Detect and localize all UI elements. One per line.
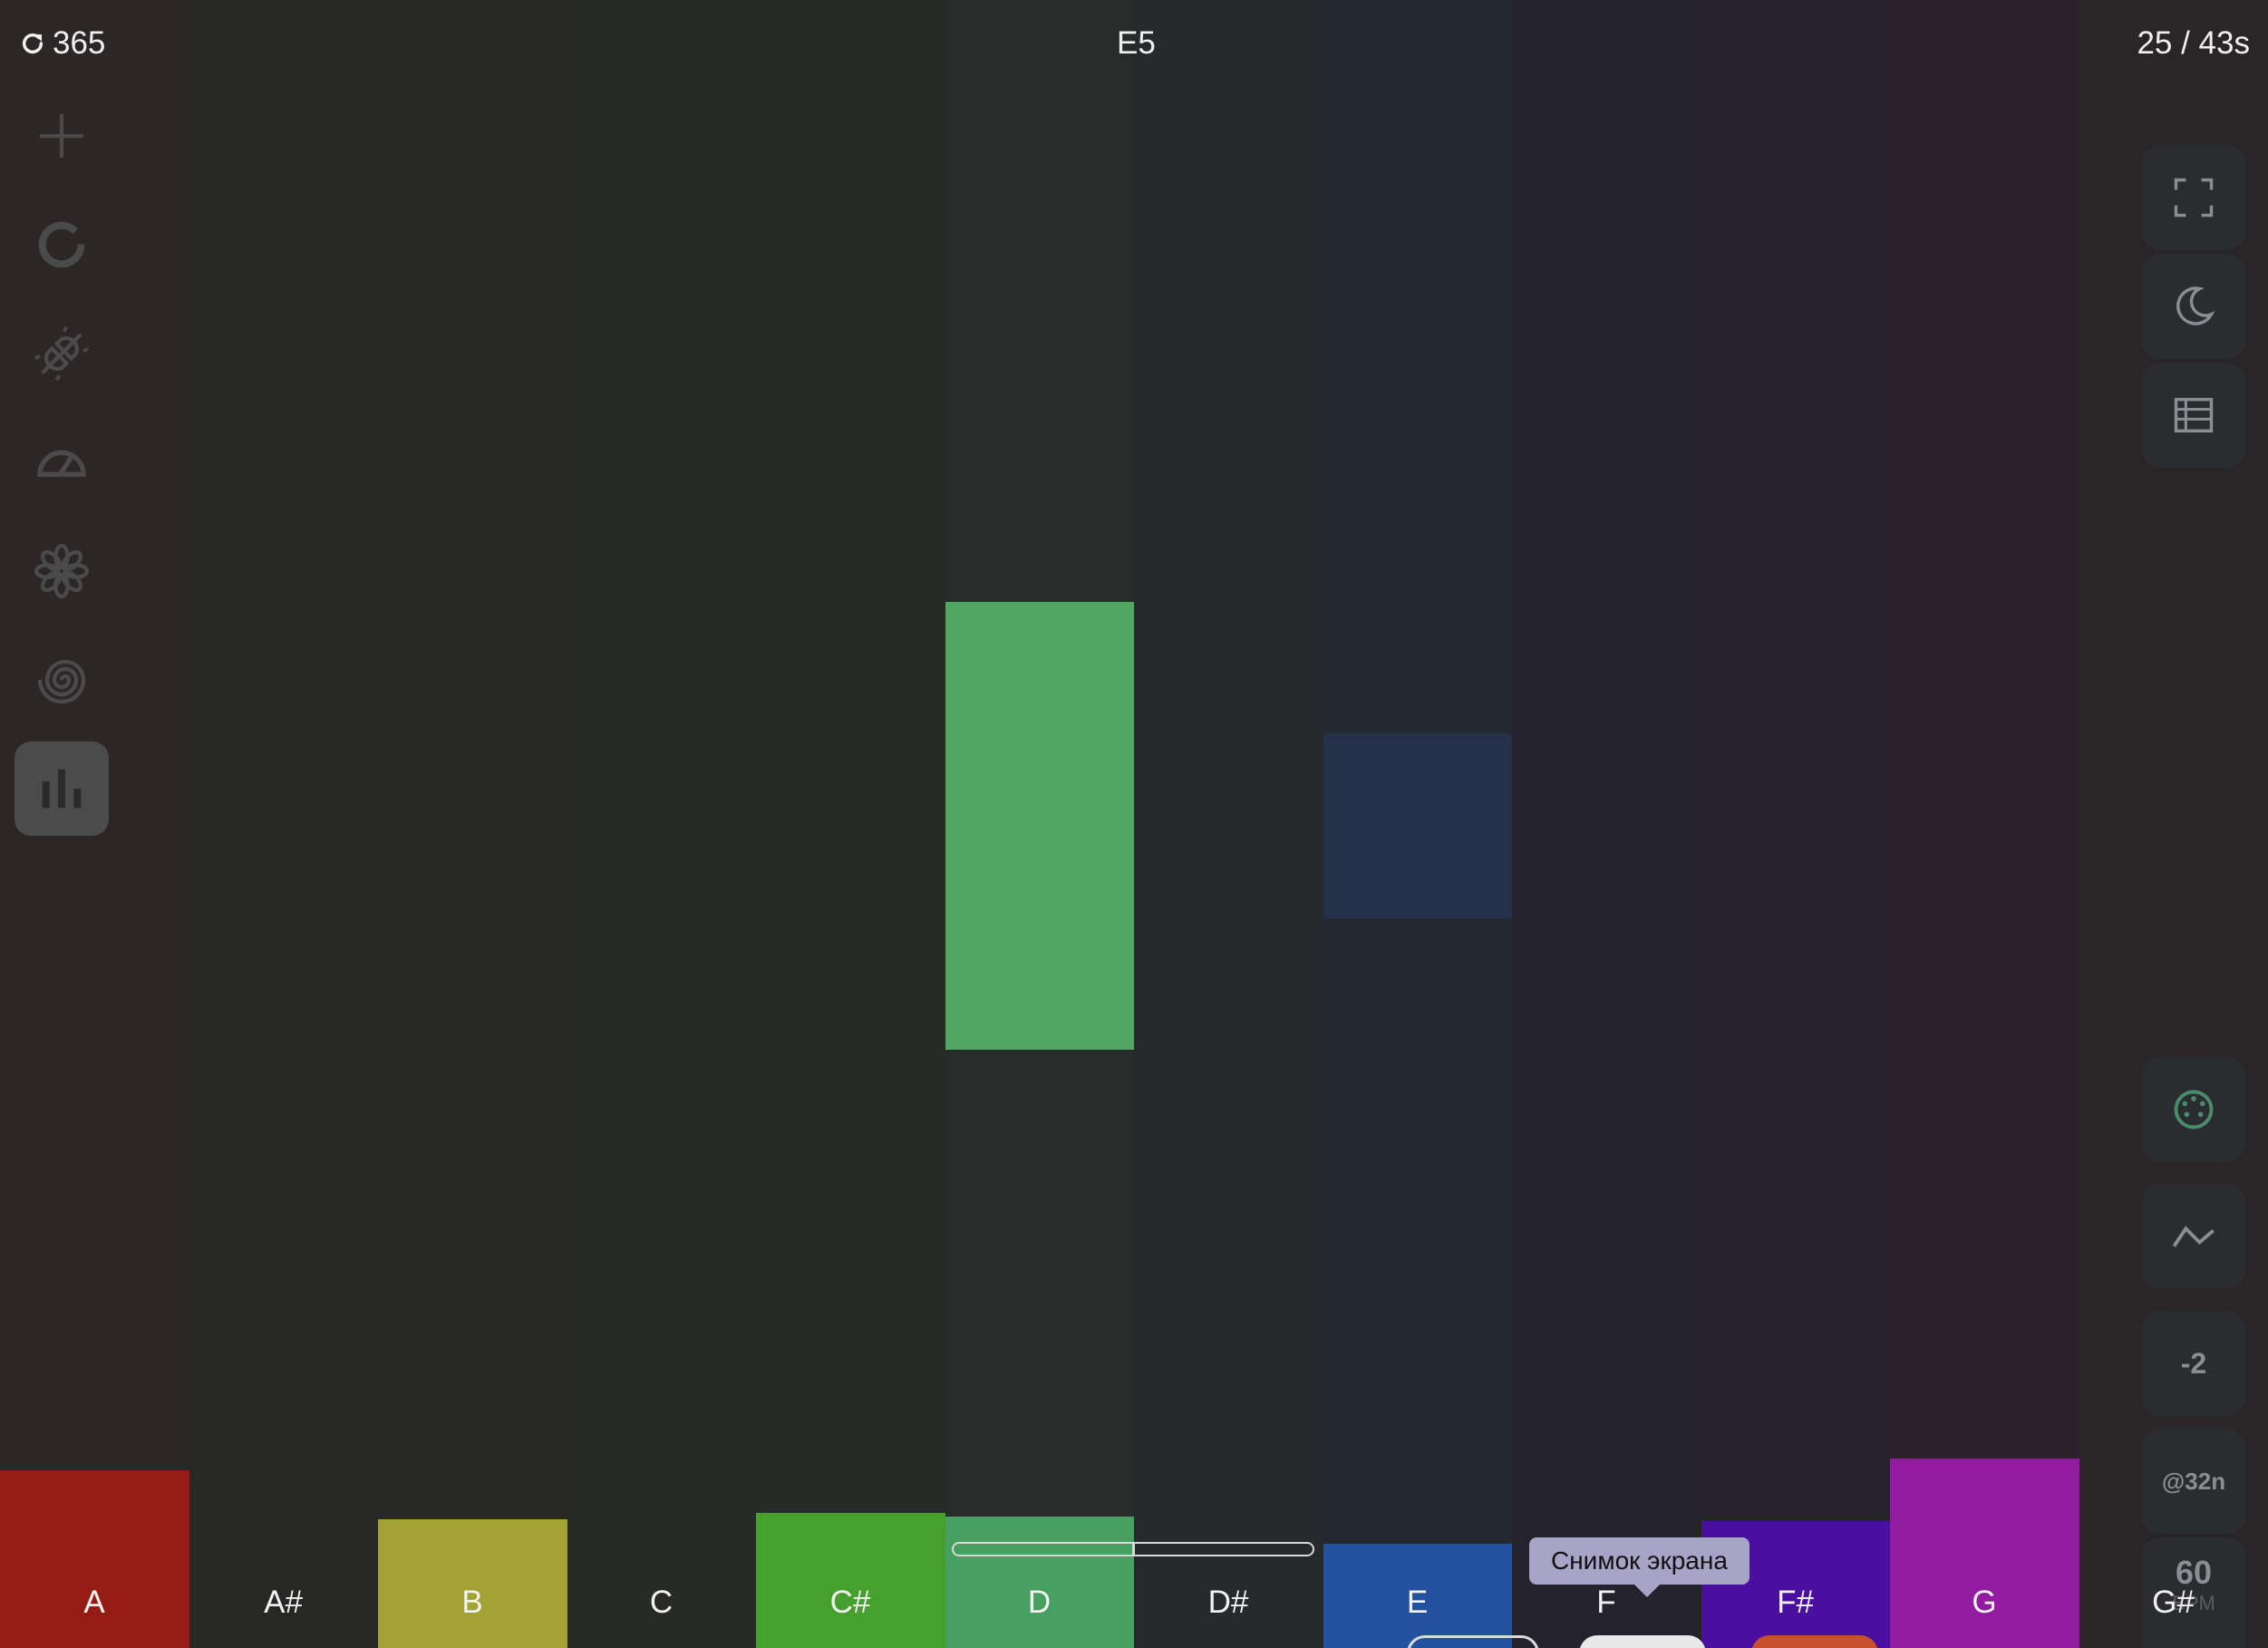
fullscreen-button[interactable] <box>2141 145 2246 250</box>
disconnect-button[interactable] <box>15 306 109 401</box>
note-level-bar-a <box>0 1470 189 1648</box>
floating-note-block-d <box>945 602 1134 1050</box>
note-label-g-sharp: G# <box>2152 1585 2195 1620</box>
loop-icon <box>38 221 85 268</box>
wave-icon <box>2172 1226 2215 1247</box>
note-level-bar-c-sharp <box>756 1513 945 1648</box>
progress-marker <box>1132 1542 1135 1556</box>
add-icon <box>40 114 83 158</box>
bottom-button-white[interactable] <box>1579 1635 1706 1648</box>
note-label-g: G <box>1972 1585 1997 1620</box>
note-label-d: D <box>1027 1585 1052 1620</box>
midi-icon <box>2174 1090 2214 1129</box>
note-label-f-sharp: F# <box>1777 1585 1814 1620</box>
add-button[interactable] <box>15 89 109 183</box>
waveform-button[interactable] <box>2141 1184 2246 1289</box>
bottom-button-outline[interactable] <box>1407 1635 1539 1648</box>
note-column-c-sharp <box>756 0 946 1648</box>
flower-icon <box>34 543 90 599</box>
note-label-d-sharp: D# <box>1207 1585 1249 1620</box>
note-column-c <box>567 0 757 1648</box>
bar-chart-button[interactable] <box>15 742 109 836</box>
note-label-c-sharp: C# <box>829 1585 871 1620</box>
flower-button[interactable] <box>15 524 109 618</box>
note-label-e: E <box>1406 1585 1429 1620</box>
note-column-g <box>1890 0 2080 1648</box>
note-label-f: F <box>1596 1585 1616 1620</box>
note-label-c: C <box>649 1585 674 1620</box>
timer: 25 / 43s <box>2137 25 2250 61</box>
loop-counter-value: 365 <box>53 25 106 61</box>
note-column-a-sharp <box>189 0 379 1648</box>
note-column-f-sharp <box>1701 0 1891 1648</box>
theme-button[interactable] <box>2141 254 2246 359</box>
bar-chart-icon <box>42 769 82 809</box>
note-label-b: B <box>461 1585 483 1620</box>
quantize-button[interactable]: @32n <box>2141 1429 2246 1534</box>
note-level-bar-d <box>945 1517 1134 1648</box>
note-column-b <box>378 0 568 1648</box>
refresh-icon <box>22 33 44 54</box>
progress-bar[interactable] <box>952 1542 1314 1556</box>
speedometer-icon <box>37 450 86 477</box>
speed-button[interactable] <box>15 415 109 509</box>
floating-note-block-e <box>1323 733 1512 918</box>
fullscreen-icon <box>2174 178 2214 218</box>
layout-icon <box>2174 397 2214 433</box>
loop-counter: 365 <box>18 25 105 62</box>
note-column-f <box>1512 0 1702 1648</box>
moon-icon <box>2176 286 2215 325</box>
current-note: E5 <box>1117 25 1156 61</box>
note-level-bar-b <box>378 1519 567 1648</box>
note-column-d-sharp <box>1134 0 1324 1648</box>
screenshot-tooltip: Снимок экрана <box>1529 1537 1749 1597</box>
note-label-a: A <box>83 1585 105 1620</box>
loop-button[interactable] <box>15 198 109 292</box>
disconnect-icon <box>34 325 90 382</box>
spiral-button[interactable] <box>15 633 109 727</box>
visualizer-stage: 365 E5 25 / 43s -2 @32n 60 BPM A A# B C … <box>0 0 2268 1648</box>
spiral-icon <box>37 659 86 704</box>
note-label-a-sharp: A# <box>264 1585 303 1620</box>
layout-button[interactable] <box>2141 363 2246 468</box>
transpose-button[interactable]: -2 <box>2141 1311 2246 1416</box>
bottom-button-record[interactable] <box>1751 1635 1878 1648</box>
midi-button[interactable] <box>2141 1057 2246 1162</box>
